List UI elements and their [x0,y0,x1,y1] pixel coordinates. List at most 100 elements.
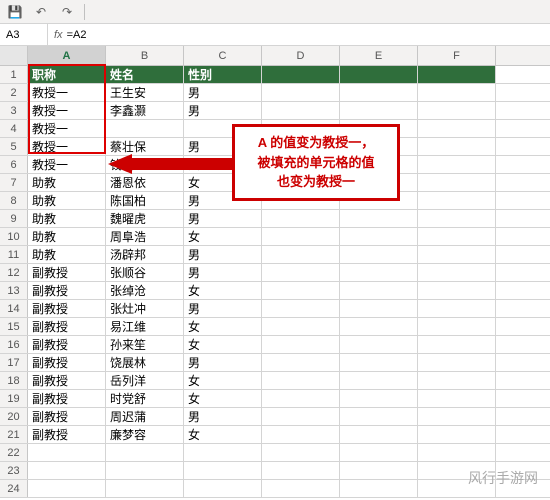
cell[interactable]: 女 [184,336,262,353]
cell[interactable] [418,354,496,371]
cell[interactable] [28,444,106,461]
cell[interactable]: 张灶冲 [106,300,184,317]
cell[interactable]: 性别 [184,66,262,83]
cell[interactable]: 男 [184,300,262,317]
cell[interactable] [262,480,340,497]
fx-icon[interactable]: fx [54,29,63,41]
cell[interactable] [418,282,496,299]
row-header[interactable]: 7 [0,174,28,191]
cell[interactable]: 教授一 [28,84,106,101]
cell[interactable]: 副教授 [28,426,106,443]
cell[interactable]: 张绰沧 [106,282,184,299]
cell[interactable]: 汤辟邦 [106,246,184,263]
cell[interactable] [418,246,496,263]
cell[interactable] [184,462,262,479]
row-header[interactable]: 1 [0,66,28,83]
cell[interactable]: 男 [184,246,262,263]
cell[interactable] [418,372,496,389]
cell[interactable] [418,390,496,407]
cell[interactable]: 职称 [28,66,106,83]
cell[interactable] [418,426,496,443]
cell[interactable]: 姓名 [106,66,184,83]
cell[interactable] [418,318,496,335]
cell[interactable] [262,462,340,479]
row-header[interactable]: 10 [0,228,28,245]
cell[interactable]: 饶展林 [106,354,184,371]
cell[interactable]: 副教授 [28,390,106,407]
cell[interactable] [418,444,496,461]
cell[interactable]: 陈国柏 [106,192,184,209]
cell[interactable] [106,462,184,479]
cell[interactable] [106,120,184,137]
cell[interactable]: 副教授 [28,300,106,317]
row-header[interactable]: 15 [0,318,28,335]
cell[interactable] [106,444,184,461]
undo-icon[interactable]: ↶ [32,3,50,21]
cell[interactable]: 周阜浩 [106,228,184,245]
cell[interactable]: 副教授 [28,264,106,281]
redo-icon[interactable]: ↷ [58,3,76,21]
cell[interactable]: 男 [184,102,262,119]
cell[interactable]: 助教 [28,228,106,245]
cell[interactable] [340,282,418,299]
cell[interactable] [106,480,184,497]
cell[interactable] [340,372,418,389]
cell[interactable] [418,120,496,137]
cell[interactable] [262,318,340,335]
cell[interactable] [262,282,340,299]
cell[interactable]: 易江维 [106,318,184,335]
cell[interactable] [262,264,340,281]
cell[interactable] [418,84,496,101]
cell[interactable] [340,354,418,371]
cell[interactable] [340,210,418,227]
cell[interactable]: 时党舒 [106,390,184,407]
cell[interactable] [262,336,340,353]
cell[interactable] [340,66,418,83]
cell[interactable]: 蔡壮保 [106,138,184,155]
cell[interactable] [262,426,340,443]
cell[interactable] [418,228,496,245]
cell[interactable]: 岳列洋 [106,372,184,389]
col-header-f[interactable]: F [418,46,496,65]
cell[interactable] [28,480,106,497]
cell[interactable] [262,228,340,245]
row-header[interactable]: 13 [0,282,28,299]
cell[interactable] [340,390,418,407]
cell[interactable] [262,246,340,263]
cell[interactable] [262,408,340,425]
cell[interactable] [184,444,262,461]
cell[interactable]: 李鑫灏 [106,102,184,119]
cell[interactable]: 副教授 [28,318,106,335]
col-header-d[interactable]: D [262,46,340,65]
cell[interactable] [262,300,340,317]
cell[interactable]: 魏曜虎 [106,210,184,227]
cell[interactable] [418,138,496,155]
cell[interactable] [418,300,496,317]
cell[interactable] [262,354,340,371]
row-header[interactable]: 18 [0,372,28,389]
cell[interactable]: 男 [184,264,262,281]
cell[interactable]: 助教 [28,210,106,227]
cell[interactable]: 女 [184,372,262,389]
cell[interactable] [340,336,418,353]
row-header[interactable]: 8 [0,192,28,209]
col-header-a[interactable]: A [28,46,106,65]
cell[interactable] [340,444,418,461]
select-all-corner[interactable] [0,46,28,65]
cell[interactable]: 男 [184,354,262,371]
save-icon[interactable]: 💾 [6,3,24,21]
cell[interactable] [340,318,418,335]
row-header[interactable]: 4 [0,120,28,137]
cell[interactable] [340,246,418,263]
cell[interactable]: 潘恩依 [106,174,184,191]
cell[interactable] [418,66,496,83]
row-header[interactable]: 11 [0,246,28,263]
cell[interactable]: 男 [184,84,262,101]
col-header-e[interactable]: E [340,46,418,65]
row-header[interactable]: 14 [0,300,28,317]
cell[interactable]: 副教授 [28,372,106,389]
cell[interactable]: 女 [184,390,262,407]
cell[interactable] [340,426,418,443]
cell[interactable]: 副教授 [28,354,106,371]
cell[interactable] [262,372,340,389]
